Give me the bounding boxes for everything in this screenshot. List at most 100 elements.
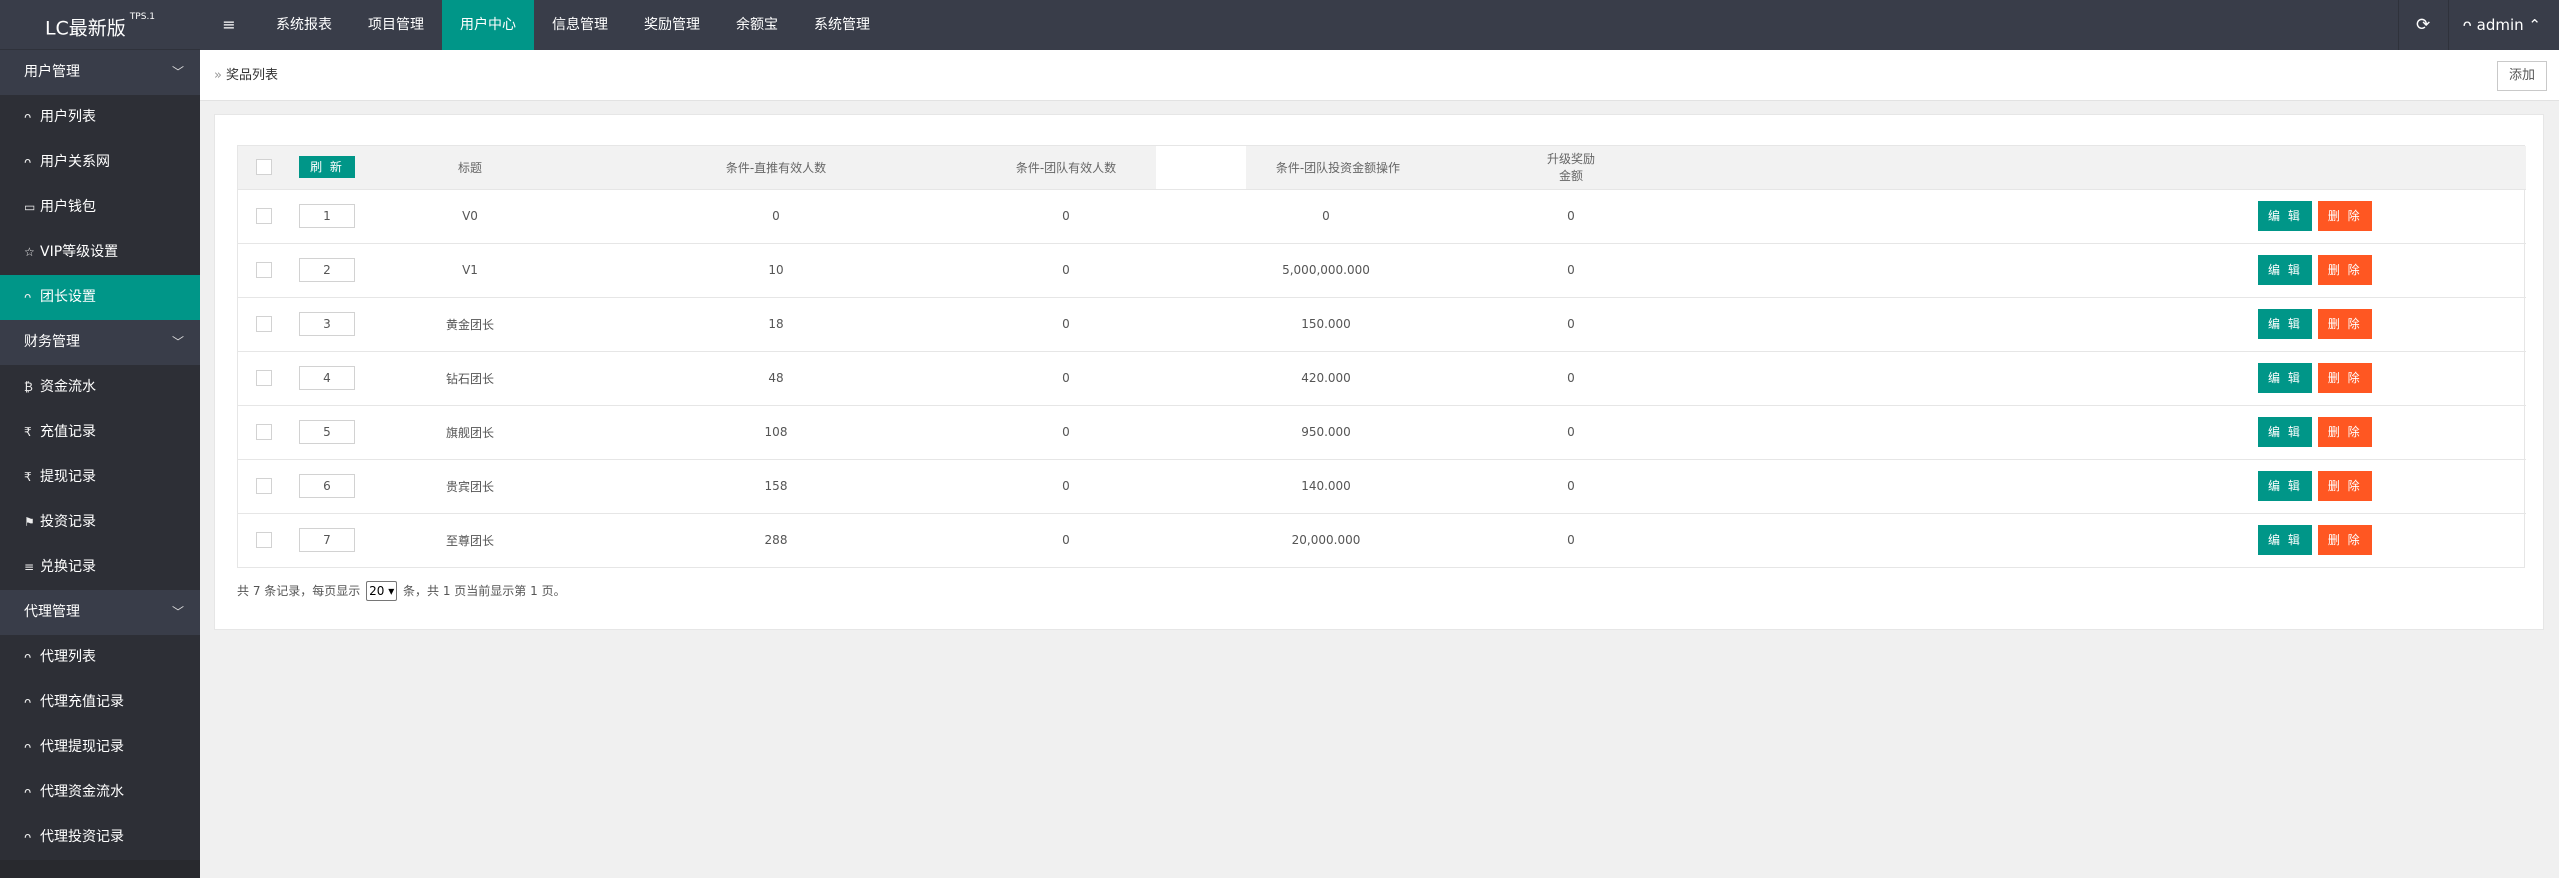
pagination-summary-suffix: 条，共 1 页当前显示第 1 页。 (403, 584, 566, 598)
edit-button[interactable]: 编 辑 (2258, 417, 2312, 447)
sidebar-item[interactable]: ₿ 资金流水 (0, 365, 200, 410)
sidebar-item[interactable]: ᴖ 代理投资记录 (0, 815, 200, 860)
admin-menu[interactable]: ᴖ admin ⌃ (2447, 0, 2559, 50)
row-checkbox[interactable] (256, 316, 272, 332)
cell-direct: 0 (772, 209, 780, 223)
cell-direct: 48 (768, 371, 784, 385)
edit-button[interactable]: 编 辑 (2258, 471, 2312, 501)
topnav-item[interactable]: 系统管理 (796, 0, 888, 50)
chevron-down-icon: ﹀ (171, 335, 184, 349)
chevron-down-icon: ﹀ (171, 65, 184, 79)
edit-button[interactable]: 编 辑 (2258, 525, 2312, 556)
sidebar-item[interactable]: ᴖ 代理资金流水 (0, 770, 200, 815)
sort-input[interactable]: 7 (299, 528, 355, 553)
sidebar-item[interactable]: ᴖ 团长设置 (0, 275, 200, 320)
cell-invest: 420.000 (1301, 371, 1351, 385)
sidebar-item-label: 投资记录 (40, 514, 96, 530)
cell-title: V0 (462, 209, 478, 223)
row-checkbox[interactable] (256, 424, 272, 440)
sidebar-item-label: 用户钱包 (40, 199, 96, 215)
edit-button[interactable]: 编 辑 (2258, 363, 2312, 393)
user-icon: ᴖ (24, 650, 32, 664)
row-checkbox[interactable] (256, 370, 272, 386)
cell-team: 0 (1062, 371, 1070, 385)
delete-button[interactable]: 删 除 (2317, 417, 2372, 447)
topnav-item[interactable]: 信息管理 (534, 0, 626, 50)
delete-button[interactable]: 删 除 (2317, 309, 2372, 339)
sort-input[interactable]: 3 (299, 312, 355, 336)
delete-button[interactable]: 删 除 (2317, 255, 2372, 285)
cell-reward: 0 (1567, 533, 1575, 548)
refresh-icon[interactable]: ⟳ (2397, 0, 2448, 50)
edit-button[interactable]: 编 辑 (2258, 255, 2312, 285)
user-icon: ᴖ (24, 785, 32, 799)
sidebar-item[interactable]: ≡ 兑换记录 (0, 545, 200, 590)
sidebar-item-label: 资金流水 (40, 379, 96, 395)
column-header-actions: 操作 (1376, 160, 1401, 175)
menu-toggle-icon[interactable]: ≡ (204, 0, 254, 50)
row-checkbox[interactable] (256, 262, 272, 278)
sort-input[interactable]: 2 (299, 258, 355, 282)
table-row: 7 至尊团长 288 0 20,000.000 0 编 辑删 除 (238, 513, 2526, 567)
user-icon: ᴖ (24, 695, 32, 709)
sort-input[interactable]: 4 (299, 366, 355, 390)
row-checkbox[interactable] (256, 208, 272, 224)
sidebar-item[interactable]: ᴖ 代理列表 (0, 635, 200, 680)
cell-direct: 10 (768, 263, 784, 277)
sidebar-item[interactable]: ᴖ 代理充值记录 (0, 680, 200, 725)
sidebar-item-label: 代理列表 (40, 649, 96, 665)
sidebar-item[interactable]: ᴖ 用户关系网 (0, 140, 200, 185)
cell-title: 旗舰团长 (445, 425, 494, 440)
cell-team: 0 (1062, 479, 1070, 493)
topnav-item[interactable]: 余额宝 (718, 0, 796, 50)
sidebar-item[interactable]: ▭ 用户钱包 (0, 185, 200, 230)
cell-team: 0 (1062, 263, 1070, 277)
sidebar-group[interactable]: 用户管理 ﹀ (0, 50, 200, 95)
sort-input[interactable]: 6 (299, 474, 355, 498)
sort-input[interactable]: 5 (299, 420, 355, 444)
sidebar-item[interactable]: ᴖ 用户列表 (0, 95, 200, 140)
cell-invest: 5,000,000.000 (1282, 263, 1370, 277)
cell-direct: 108 (764, 425, 788, 439)
delete-button[interactable]: 删 除 (2317, 525, 2372, 556)
wallet-icon: ▭ (24, 200, 36, 214)
delete-button[interactable]: 删 除 (2317, 201, 2372, 231)
select-all-checkbox[interactable] (256, 159, 272, 176)
sidebar-item-label: 代理投资记录 (40, 829, 124, 845)
sidebar-item-label: 提现记录 (40, 469, 96, 485)
top-header: LC最新版TPS.1 ≡ 系统报表 项目管理 用户中心 信息管理 奖励管理 余额宝 系统管理… (0, 0, 2559, 50)
topnav-item[interactable]: 用户中心 (442, 0, 534, 50)
star-icon: ☆ (24, 245, 35, 259)
sidebar-item[interactable]: ☆ VIP等级设置 (0, 230, 200, 275)
chevron-down-icon: ﹀ (171, 605, 184, 619)
row-checkbox[interactable] (256, 532, 272, 549)
topnav-item[interactable]: 系统报表 (258, 0, 350, 50)
pagination-summary-prefix: 共 7 条记录，每页显示 (237, 584, 361, 598)
row-checkbox[interactable] (256, 478, 272, 494)
sort-input[interactable]: 1 (299, 204, 355, 228)
topnav-item[interactable]: 奖励管理 (626, 0, 718, 50)
cell-direct: 18 (768, 317, 784, 331)
refresh-table-button[interactable]: 刷 新 (299, 156, 355, 179)
header-right: ⟳ ᴖ admin ⌃ (2397, 0, 2559, 50)
edit-button[interactable]: 编 辑 (2258, 309, 2312, 339)
sidebar-item[interactable]: ₹ 充值记录 (0, 410, 200, 455)
sidebar-item[interactable]: ᴖ 代理提现记录 (0, 725, 200, 770)
sidebar-group[interactable]: 财务管理 ﹀ (0, 320, 200, 365)
cell-invest: 0 (1322, 209, 1330, 223)
row-actions: 编 辑删 除 (2036, 243, 2526, 297)
sidebar-item-label: 充值记录 (40, 424, 96, 440)
edit-button[interactable]: 编 辑 (2258, 201, 2312, 231)
sidebar-item-label: VIP等级设置 (40, 244, 119, 260)
sidebar-item[interactable]: ⚑ 投资记录 (0, 500, 200, 545)
delete-button[interactable]: 删 除 (2317, 363, 2372, 393)
list-icon: ≡ (24, 560, 35, 574)
app-logo[interactable]: LC最新版TPS.1 (0, 0, 200, 50)
topnav-item[interactable]: 项目管理 (350, 0, 442, 50)
sidebar-item-label: 用户列表 (40, 109, 96, 125)
add-button[interactable]: 添加 (2496, 61, 2547, 91)
sidebar-item[interactable]: ₹ 提现记录 (0, 455, 200, 500)
page-size-select[interactable]: 20 ▾ (366, 581, 398, 601)
delete-button[interactable]: 删 除 (2317, 471, 2372, 501)
sidebar-group[interactable]: 代理管理 ﹀ (0, 590, 200, 635)
